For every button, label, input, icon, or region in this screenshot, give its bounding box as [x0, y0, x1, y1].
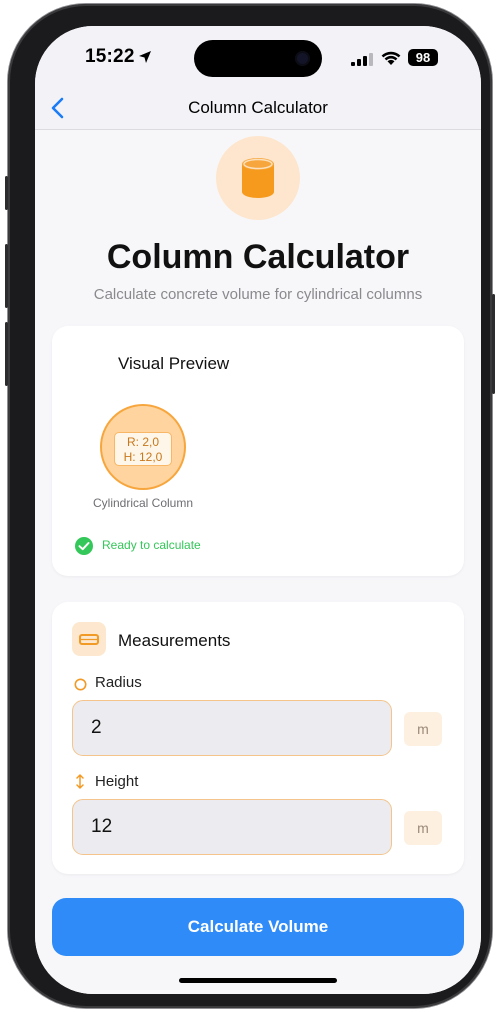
page-title: Column Calculator	[106, 238, 410, 276]
ready-status: Ready to calculate	[102, 538, 201, 552]
home-indicator[interactable]	[179, 978, 337, 983]
hero-icon-badge	[216, 136, 300, 220]
wifi-icon	[381, 51, 401, 65]
dynamic-island	[194, 40, 322, 77]
front-camera	[295, 51, 310, 66]
radius-label: Radius	[95, 674, 142, 691]
main-content: Column Calculator Calculate concrete vol…	[35, 130, 481, 994]
calculate-volume-button[interactable]: Calculate Volume	[52, 898, 464, 956]
radius-input[interactable]: 2	[72, 700, 392, 756]
height-input[interactable]: 12	[72, 799, 392, 855]
circle-outline-icon	[74, 678, 87, 691]
measurements-title: Measurements	[118, 631, 231, 650]
height-label: Height	[95, 773, 139, 790]
navigation-bar: Column Calculator	[35, 86, 481, 130]
volume-down-button	[5, 322, 8, 386]
dimension-label: R: 2,0 H: 12,0	[114, 432, 172, 466]
radius-unit: m	[404, 712, 442, 746]
height-readout: H: 12,0	[123, 450, 163, 464]
visual-preview-title: Visual Preview	[118, 354, 230, 373]
silent-switch	[5, 176, 8, 210]
ruler-icon	[79, 634, 99, 645]
cylinder-icon	[242, 158, 274, 198]
page-subtitle: Calculate concrete volume for cylindrica…	[93, 286, 423, 303]
phone-frame: 15:22 98 Column Calculator Column Calcul…	[5, 4, 495, 1008]
height-unit: m	[404, 811, 442, 845]
power-button	[492, 294, 495, 394]
vertical-arrows-icon	[76, 774, 84, 789]
status-time: 15:22	[85, 46, 135, 67]
ruler-icon-badge	[72, 622, 106, 656]
location-arrow-icon	[139, 51, 151, 63]
column-preview-diagram: R: 2,0 H: 12,0	[100, 404, 186, 490]
cellular-signal-icon	[351, 53, 373, 66]
column-caption: Cylindrical Column	[92, 496, 194, 510]
status-bar: 15:22 98	[35, 26, 481, 86]
battery-indicator: 98	[408, 49, 438, 66]
volume-up-button	[5, 244, 8, 308]
measurements-card: Measurements Radius 2 m Height 12 m	[52, 602, 464, 874]
checkmark-circle-icon	[75, 537, 93, 555]
radius-readout: R: 2,0	[126, 435, 159, 449]
visual-preview-card: Visual Preview R: 2,0 H: 12,0 Cylindrica…	[52, 326, 464, 576]
nav-title: Column Calculator	[188, 98, 328, 117]
screen: 15:22 98 Column Calculator Column Calcul…	[35, 26, 481, 994]
